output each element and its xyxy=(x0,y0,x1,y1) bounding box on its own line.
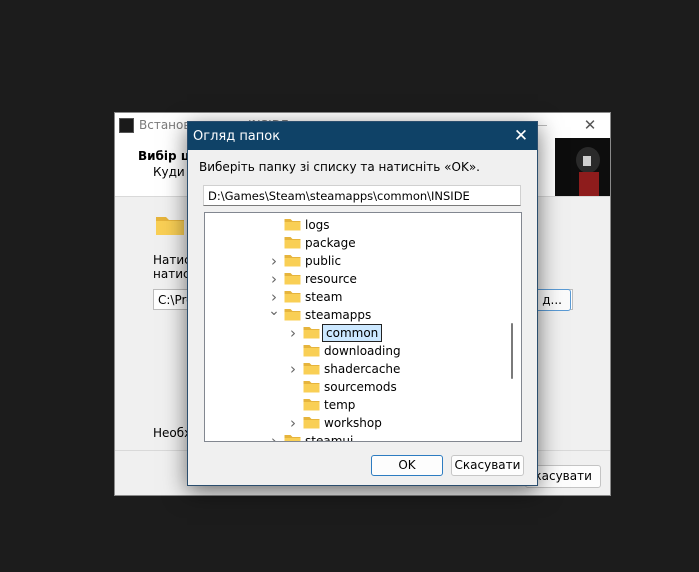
app-icon xyxy=(119,118,134,133)
chevron-down-icon[interactable]: ⌄ xyxy=(268,303,280,319)
chevron-right-icon[interactable]: › xyxy=(287,415,299,431)
chevron-right-icon[interactable]: › xyxy=(268,433,280,441)
chevron-right-icon[interactable]: › xyxy=(268,253,280,269)
scrollbar-thumb[interactable] xyxy=(511,323,513,379)
tree-item-label: workshop xyxy=(324,416,382,430)
folder-icon xyxy=(303,326,320,339)
folder-icon xyxy=(284,290,301,303)
folder-icon xyxy=(284,434,301,441)
dialog-instruction: Виберіть папку зі списку та натисніть «O… xyxy=(199,160,480,174)
tree-item-label: sourcemods xyxy=(324,380,397,394)
folder-icon xyxy=(284,236,301,249)
tree-item[interactable]: logs xyxy=(205,216,505,234)
folder-tree[interactable]: logs package › public › resource › steam ⌄ steama… xyxy=(204,212,522,442)
tree-item[interactable]: › workshop xyxy=(205,414,505,432)
tree-item-label: temp xyxy=(324,398,356,412)
tree-item-label: package xyxy=(305,236,356,250)
tree-item[interactable]: › common xyxy=(205,324,505,342)
chevron-right-icon[interactable]: › xyxy=(287,361,299,377)
tree-item-label: shadercache xyxy=(324,362,401,376)
dialog-titlebar: Огляд папок ✕ xyxy=(188,122,537,150)
tree-item-label: steamapps xyxy=(305,308,372,322)
folder-icon xyxy=(284,254,301,267)
tree-item-label: steam xyxy=(305,290,343,304)
tree-item-label: resource xyxy=(305,272,357,286)
tree-item[interactable]: temp xyxy=(205,396,505,414)
tree-item[interactable]: downloading xyxy=(205,342,505,360)
folder-icon xyxy=(303,398,320,411)
ok-button[interactable]: OK xyxy=(371,455,443,476)
folder-icon xyxy=(284,308,301,321)
tree-item[interactable]: › shadercache xyxy=(205,360,505,378)
inside-logo-icon xyxy=(555,138,610,196)
close-icon[interactable]: ✕ xyxy=(581,116,599,134)
tree-item-label: public xyxy=(305,254,342,268)
chevron-right-icon[interactable]: › xyxy=(268,271,280,287)
folder-path-field[interactable]: D:\Games\Steam\steamapps\common\INSIDE xyxy=(203,185,521,206)
close-icon[interactable]: ✕ xyxy=(511,126,531,146)
dialog-title: Огляд папок xyxy=(193,129,281,144)
tree-item-label: downloading xyxy=(324,344,401,358)
folder-icon xyxy=(284,218,301,231)
chevron-right-icon[interactable]: › xyxy=(287,325,299,341)
tree-item[interactable]: sourcemods xyxy=(205,378,505,396)
tree-item-label: common xyxy=(322,324,383,342)
tree-item-label: steamui xyxy=(305,434,354,442)
tree-item[interactable]: › steamui xyxy=(205,432,505,442)
tree-item[interactable]: ⌄ steamapps xyxy=(205,303,505,324)
tree-item[interactable]: package xyxy=(205,234,505,252)
tree-item[interactable]: › public xyxy=(205,252,505,270)
folder-icon xyxy=(303,362,320,375)
tree-item[interactable]: › resource xyxy=(205,270,505,288)
browse-folder-dialog: Огляд папок ✕ Виберіть папку зі списку т… xyxy=(187,121,538,486)
folder-icon xyxy=(284,272,301,285)
cancel-button[interactable]: Скасувати xyxy=(451,455,524,476)
folder-icon xyxy=(303,416,320,429)
tree-item-label: logs xyxy=(305,218,330,232)
tree-item[interactable]: › steam xyxy=(205,288,505,306)
folder-icon xyxy=(303,380,320,393)
folder-icon xyxy=(303,344,320,357)
folder-icon xyxy=(155,214,185,236)
